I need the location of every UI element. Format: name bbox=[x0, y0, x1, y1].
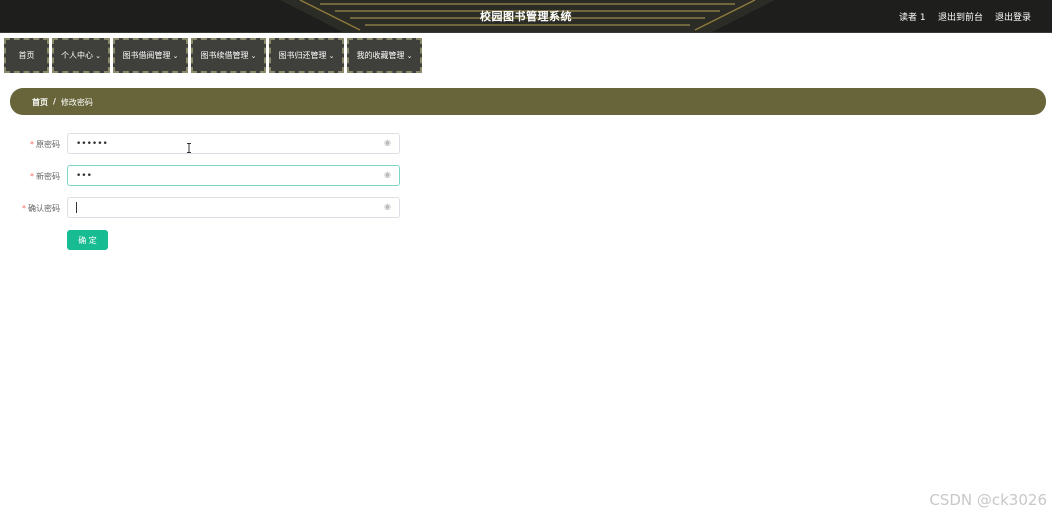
new-password-label-text: 新密码 bbox=[36, 172, 60, 181]
eye-icon[interactable]: ◉ bbox=[384, 170, 393, 179]
required-marker: * bbox=[30, 172, 34, 181]
old-password-label-text: 原密码 bbox=[36, 140, 60, 149]
chevron-down-icon: ⌄ bbox=[95, 51, 101, 60]
old-password-field[interactable]: •••••• ◉ bbox=[67, 133, 400, 154]
breadcrumb-bar: 首页 / 修改密码 bbox=[10, 88, 1046, 115]
breadcrumb-home[interactable]: 首页 bbox=[32, 97, 48, 108]
required-marker: * bbox=[30, 140, 34, 149]
confirm-password-field[interactable]: ◉ bbox=[67, 197, 400, 218]
breadcrumb-separator: / bbox=[53, 97, 56, 106]
menu-item-home[interactable]: 首页 bbox=[4, 38, 49, 73]
text-cursor-icon bbox=[187, 143, 191, 153]
old-password-value: •••••• bbox=[76, 138, 108, 149]
main-menu: 首页 个人中心 ⌄ 图书借阅管理 ⌄ 图书续借管理 ⌄ 图书归还管理 ⌄ 我的收… bbox=[4, 38, 425, 73]
submit-button[interactable]: 确 定 bbox=[67, 230, 108, 250]
chevron-down-icon: ⌄ bbox=[406, 51, 413, 60]
new-password-field[interactable]: ••• ◉ bbox=[67, 165, 400, 186]
menu-item-favorites-management[interactable]: 我的收藏管理 ⌄ bbox=[347, 38, 422, 73]
chevron-down-icon: ⌄ bbox=[172, 51, 179, 60]
breadcrumb: 首页 / 修改密码 bbox=[32, 97, 93, 108]
chevron-down-icon: ⌄ bbox=[328, 51, 335, 60]
confirm-password-label: * 确认密码 bbox=[0, 203, 60, 214]
menu-item-borrow-management[interactable]: 图书借阅管理 ⌄ bbox=[113, 38, 188, 73]
back-to-frontend-link[interactable]: 退出到前台 bbox=[938, 10, 983, 23]
new-password-label: * 新密码 bbox=[0, 171, 60, 182]
app-title: 校园图书管理系统 bbox=[480, 10, 572, 23]
menu-item-label: 图书归还管理 bbox=[278, 51, 327, 60]
breadcrumb-current: 修改密码 bbox=[60, 98, 93, 107]
current-user-label: 读者 1 bbox=[899, 13, 926, 23]
confirm-password-label-text: 确认密码 bbox=[28, 204, 60, 213]
menu-item-label: 首页 bbox=[18, 51, 35, 60]
menu-item-label: 图书续借管理 bbox=[200, 51, 249, 60]
eye-icon[interactable]: ◉ bbox=[384, 202, 393, 211]
text-caret bbox=[76, 202, 77, 213]
menu-item-return-management[interactable]: 图书归还管理 ⌄ bbox=[269, 38, 344, 73]
menu-item-renew-management[interactable]: 图书续借管理 ⌄ bbox=[191, 38, 266, 73]
eye-icon[interactable]: ◉ bbox=[384, 138, 393, 147]
menu-item-label: 我的收藏管理 bbox=[356, 51, 405, 60]
top-header: 校园图书管理系统 读者 1 退出到前台 退出登录 bbox=[0, 0, 1052, 33]
menu-item-personal-center[interactable]: 个人中心 ⌄ bbox=[52, 38, 110, 73]
old-password-label: * 原密码 bbox=[0, 139, 60, 150]
menu-item-label: 图书借阅管理 bbox=[122, 51, 171, 60]
new-password-value: ••• bbox=[76, 170, 92, 181]
watermark: CSDN @ck3026 bbox=[929, 491, 1047, 509]
logout-link[interactable]: 退出登录 bbox=[995, 10, 1031, 23]
menu-item-label: 个人中心 bbox=[61, 51, 94, 60]
required-marker: * bbox=[22, 204, 26, 213]
chevron-down-icon: ⌄ bbox=[250, 51, 257, 60]
